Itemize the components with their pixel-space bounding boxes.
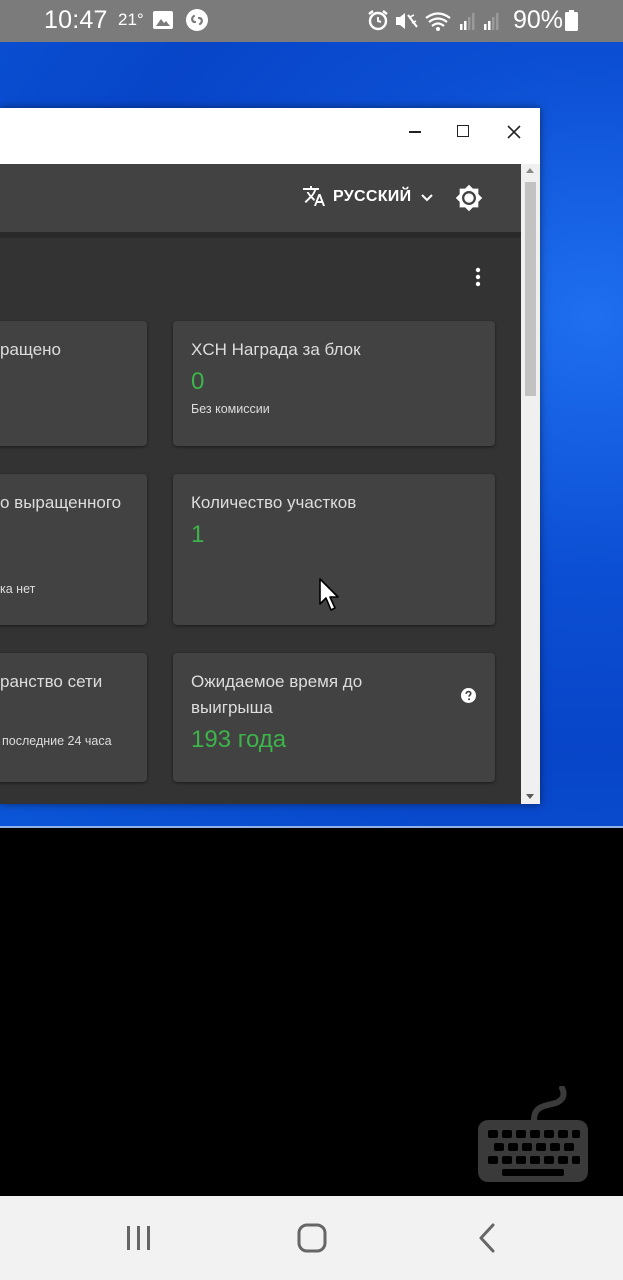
home-icon[interactable] [296,1222,328,1254]
scroll-up-icon[interactable] [526,168,534,173]
help-icon[interactable] [461,688,476,703]
back-icon[interactable] [476,1222,498,1254]
wifi-icon [425,12,451,31]
card-title-line1: Ожидаемое время до [191,672,363,691]
card-total-farmed: ращено [0,321,147,446]
card-title-line2: выигрыша [191,698,273,717]
recent-apps-icon[interactable] [124,1224,154,1252]
language-selector[interactable]: РУССКИЙ [333,188,411,206]
alarm-icon [368,10,388,31]
card-last-farmed: о выращенного ка нет [0,474,147,625]
card-block-reward: XCH Награда за блок 0 Без комиссии [173,321,495,446]
status-icons [368,10,499,31]
battery-percent: 90% [513,6,564,34]
vertical-scrollbar[interactable] [521,164,540,804]
card-expected-time-to-win: Ожидаемое время до выигрыша 193 года [173,653,495,782]
card-title: ращено [0,340,62,359]
desktop-background: РУССКИЙ ращено XCH Награда за блок 0 Без… [0,42,623,826]
window-titlebar [0,108,540,164]
card-network-space: ранство сети последние 24 часа [0,653,147,782]
status-temperature: 21° [118,10,144,29]
close-button[interactable] [498,116,530,148]
card-subtitle: ка нет [0,582,36,596]
android-navigation-bar [0,1196,623,1280]
mouse-cursor-icon [319,578,339,611]
gallery-icon [153,11,173,29]
maximize-icon [457,125,469,137]
shazam-icon [186,9,208,31]
farm-dashboard: ращено XCH Награда за блок 0 Без комисси… [0,238,521,804]
minimize-button[interactable] [399,116,431,148]
card-title: о выращенного [0,493,122,512]
card-subtitle: Без комиссии [191,402,270,416]
translate-icon [303,186,325,206]
card-subtitle: последние 24 часа [2,734,112,748]
close-icon [507,125,521,139]
scroll-down-icon[interactable] [526,794,534,799]
gear-icon[interactable] [455,184,483,212]
card-value: 193 года [191,726,287,753]
card-title: ранство сети [0,672,103,691]
status-bar: 10:47 21° 90% [0,0,623,42]
battery-icon [565,10,578,31]
maximize-button[interactable] [448,116,480,148]
chevron-down-icon[interactable] [419,190,435,206]
signal-icon [460,13,475,30]
desktop-bottom-edge [0,826,623,828]
scrollbar-thumb[interactable] [525,182,536,396]
signal-icon [484,13,499,30]
card-title: Количество участков [191,493,357,512]
keyboard-icon[interactable] [474,1086,590,1186]
more-options-icon[interactable] [470,266,486,288]
card-value: 1 [191,521,205,548]
card-title: XCH Награда за блок [191,340,361,359]
app-window: РУССКИЙ ращено XCH Награда за блок 0 Без… [0,108,540,804]
card-value: 0 [191,368,205,395]
app-header: РУССКИЙ [0,164,521,232]
status-time: 10:47 [44,6,108,34]
mute-icon [396,13,418,29]
minimize-icon [409,131,421,133]
